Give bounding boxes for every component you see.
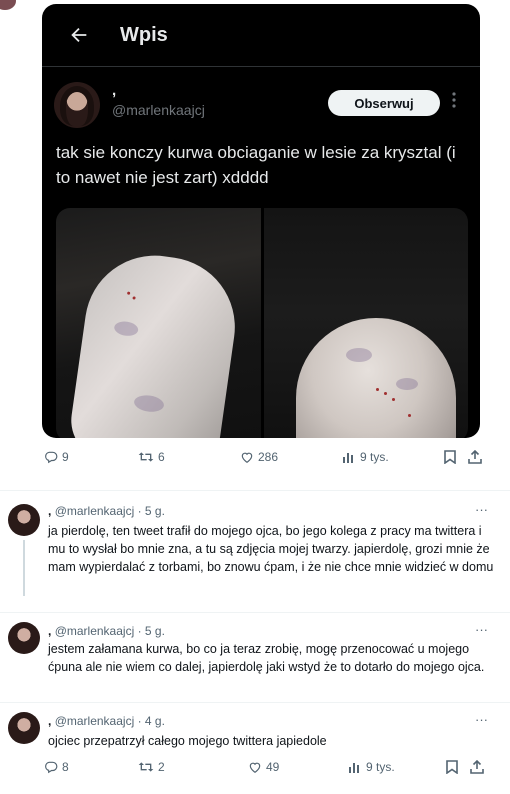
like-count: 286 [258,450,279,464]
photo-knee[interactable] [263,208,468,438]
share-icon[interactable] [470,760,484,774]
bar-chart-icon [342,450,356,464]
avatar[interactable] [8,504,40,536]
view-count: 9 tys. [366,760,395,774]
media-grid [56,208,468,438]
post-text: tak sie konczy kurwa obciaganie w lesie … [56,143,456,187]
like-action[interactable]: 286 [240,450,278,464]
views-action[interactable]: 9 tys. [342,450,389,464]
views-action[interactable]: 9 tys. [348,760,395,774]
more-icon[interactable]: ··· [475,712,488,727]
view-count: 9 tys. [360,450,389,464]
embedded-post-card: Wpis , @marlenkaajcj Obserwuj tak sie ko… [42,4,480,438]
reply-post[interactable]: , @marlenkaajcj · 5 g. ··· ja pierdolę, … [0,500,510,610]
more-vertical-icon[interactable] [452,92,466,108]
reply-post[interactable]: , @marlenkaajcj · 4 g. ··· ojciec przepa… [0,710,510,790]
heart-icon [248,760,262,774]
handle-time[interactable]: @marlenkaajcj · 5 g. [55,624,165,638]
retweet-action[interactable]: 2 [138,760,165,774]
display-name[interactable]: , [48,504,51,518]
divider [0,702,510,703]
more-icon[interactable]: ··· [475,502,488,517]
reply-header: , @marlenkaajcj · 5 g. [48,624,165,638]
handle-time[interactable]: @marlenkaajcj · 5 g. [55,504,165,518]
reply-header: , @marlenkaajcj · 4 g. [48,714,165,728]
author-row: , @marlenkaajcj Obserwuj [54,82,468,132]
retweet-icon [138,450,154,464]
display-name[interactable]: , [48,624,51,638]
post-actions: 9 6 286 9 tys. [42,446,482,472]
reply-action[interactable]: 8 [44,760,69,774]
reply-text: jestem załamana kurwa, bo co ja teraz zr… [48,642,485,674]
display-name[interactable]: , [48,714,51,728]
reply-icon [44,450,58,464]
bar-chart-icon [348,760,362,774]
reply-post[interactable]: , @marlenkaajcj · 5 g. ··· jestem załama… [0,620,510,698]
like-action[interactable]: 49 [248,760,279,774]
display-name[interactable]: , [112,82,116,99]
post-header: Wpis [42,4,480,67]
retweet-count: 2 [158,760,165,774]
retweet-count: 6 [158,450,165,464]
bookmark-icon[interactable] [444,450,456,464]
reply-icon [44,760,58,774]
reply-action[interactable]: 9 [44,450,69,464]
heart-icon [240,450,254,464]
more-icon[interactable]: ··· [475,622,488,637]
handle-time[interactable]: @marlenkaajcj · 4 g. [55,714,165,728]
divider [0,612,510,613]
follow-button[interactable]: Obserwuj [328,90,440,116]
bookmark-icon[interactable] [446,760,458,774]
page-title: Wpis [120,23,168,46]
retweet-action[interactable]: 6 [138,450,165,464]
user-handle[interactable]: @marlenkaajcj [112,102,205,118]
like-count: 49 [266,760,280,774]
avatar[interactable] [8,622,40,654]
divider [0,490,510,491]
thread-line [23,540,25,596]
photo-arm[interactable] [56,208,261,438]
corner-avatar [0,0,16,10]
share-icon[interactable] [468,450,482,464]
reply-text: ja pierdolę, ten tweet trafił do mojego … [48,524,494,574]
retweet-icon [138,760,154,774]
reply-count: 9 [62,450,69,464]
reply-count: 8 [62,760,69,774]
post-actions: 8 2 49 9 tys. [42,756,484,782]
avatar[interactable] [54,82,100,128]
avatar[interactable] [8,712,40,744]
arrow-left-icon[interactable] [62,18,96,52]
reply-text: ojciec przepatrzył całego mojego twitter… [48,734,327,748]
reply-header: , @marlenkaajcj · 5 g. [48,504,165,518]
